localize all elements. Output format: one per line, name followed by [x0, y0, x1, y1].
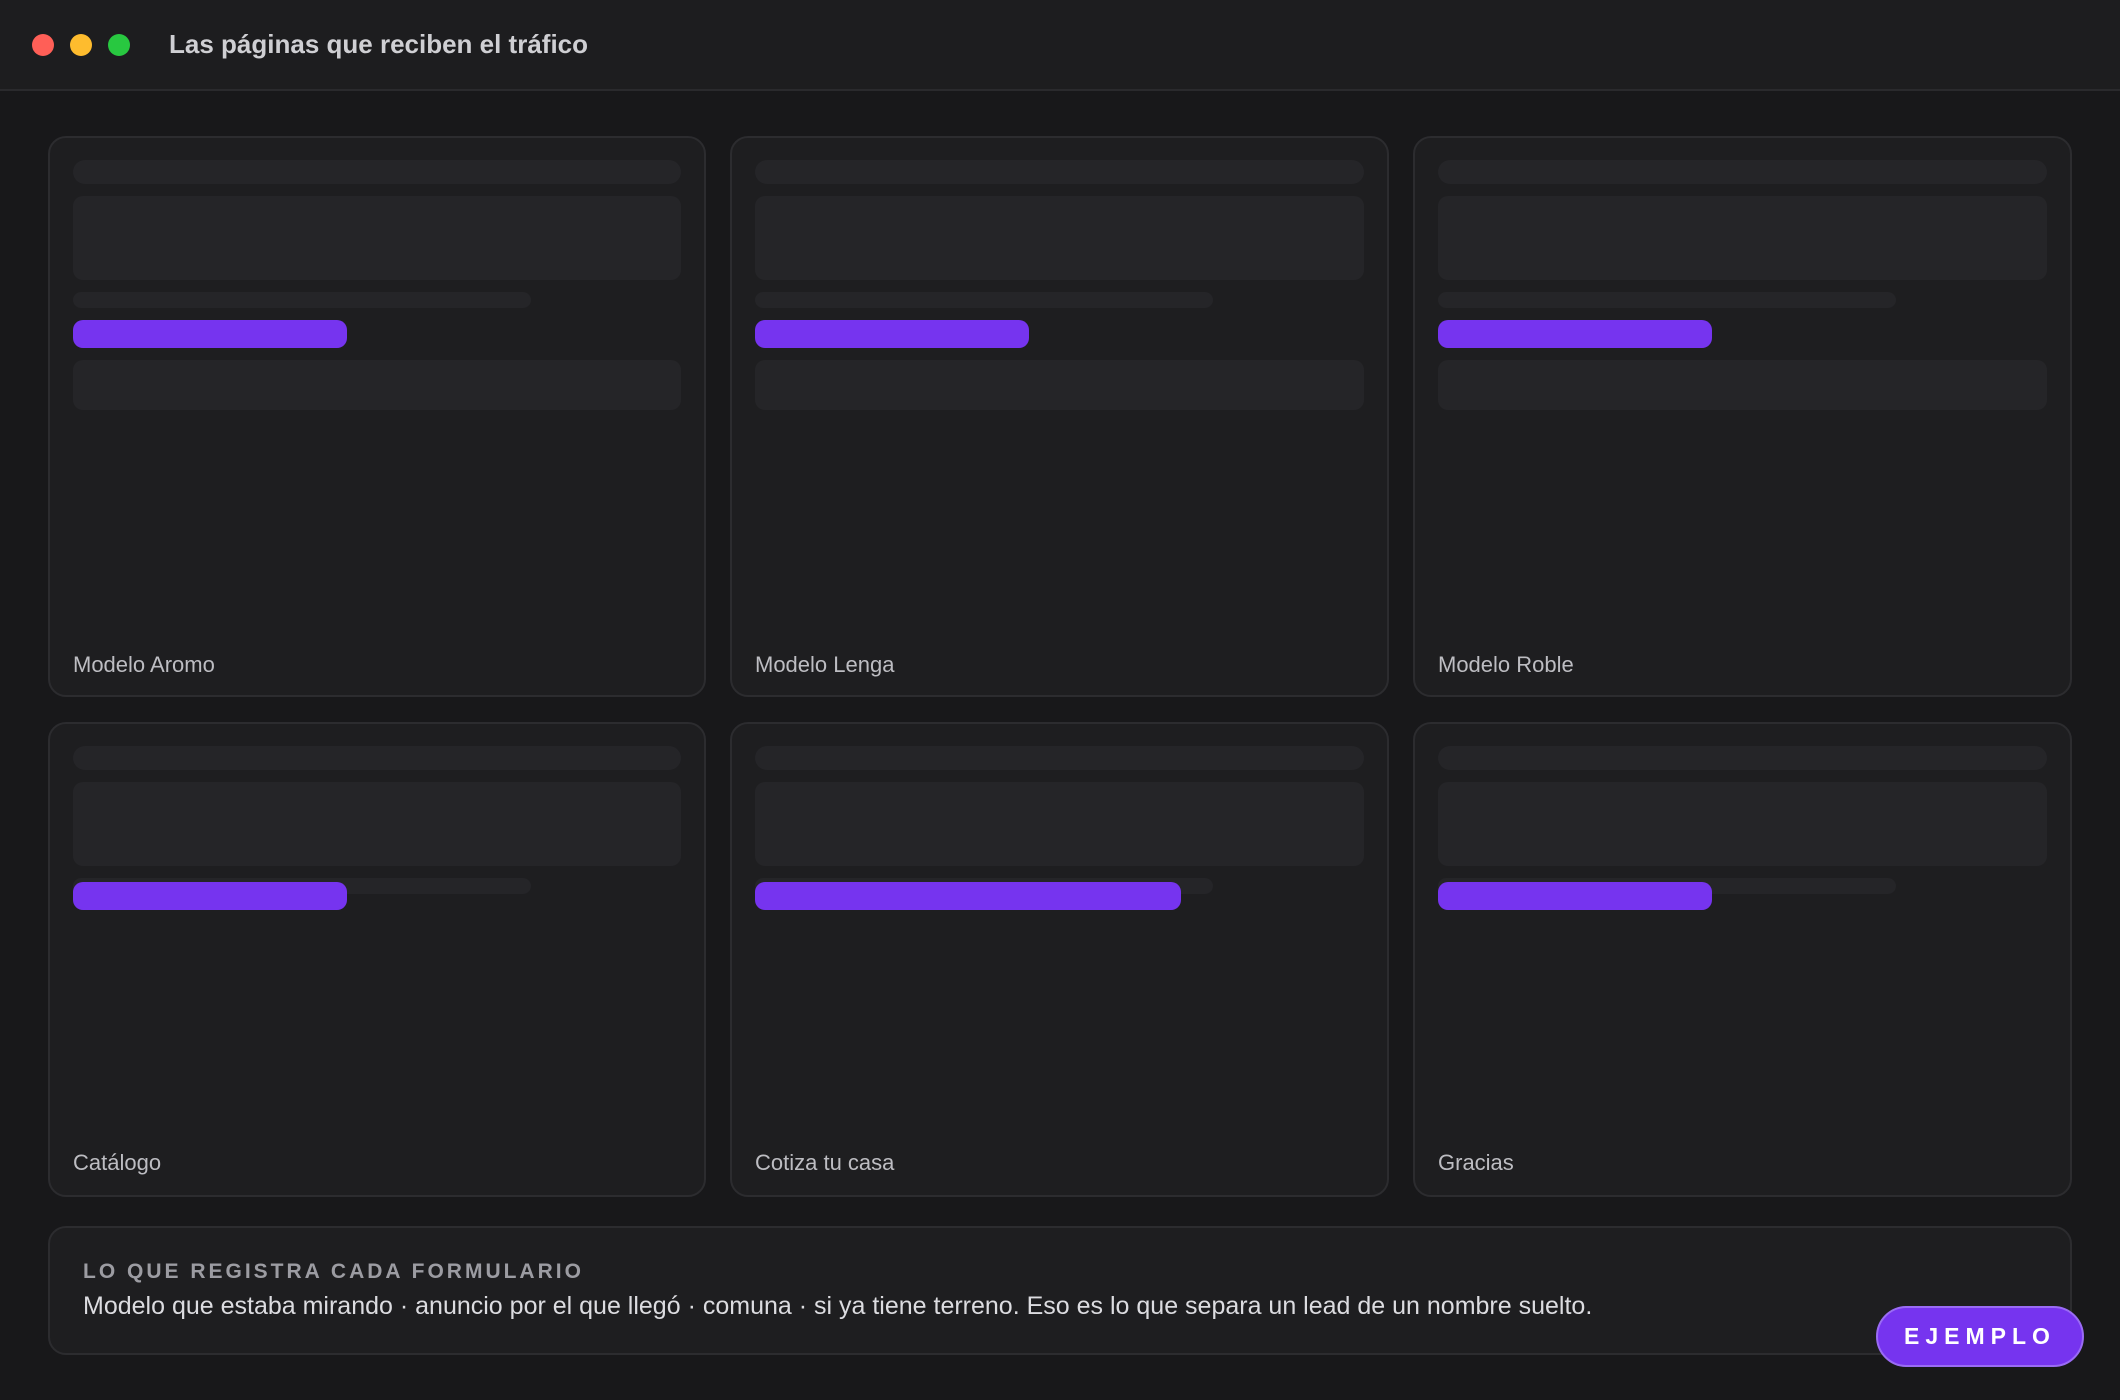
close-window-button[interactable]	[32, 33, 54, 56]
skeleton-block	[755, 782, 1364, 866]
skeleton-line	[755, 746, 1364, 770]
zoom-window-button[interactable]	[108, 33, 130, 56]
skeleton-line	[1438, 746, 2047, 770]
page-card-label: Cotiza tu casa	[755, 1150, 895, 1175]
page-card-label: Catálogo	[73, 1150, 162, 1175]
skeleton-line	[73, 292, 531, 308]
note-body: Modelo que estaba mirando · anuncio por …	[83, 1292, 1593, 1320]
window-title: Las páginas que reciben el tráfico	[169, 29, 589, 59]
skeleton-line	[755, 292, 1213, 308]
skeleton-block	[73, 360, 681, 410]
skeleton-line	[1438, 292, 1896, 308]
skeleton-line	[73, 746, 681, 770]
page-card-gracias[interactable]: Gracias	[1413, 722, 2072, 1197]
page-card-label: Modelo Lenga	[755, 652, 895, 677]
page-card-cotiza-tu-casa[interactable]: Cotiza tu casa	[730, 722, 1389, 1197]
page-card-modelo-roble[interactable]: Modelo Roble	[1413, 136, 2072, 697]
skeleton-line	[1438, 160, 2047, 184]
minimize-window-button[interactable]	[70, 33, 92, 56]
skeleton-block	[755, 196, 1364, 280]
page-card-catalogo[interactable]: Catálogo	[48, 722, 706, 1197]
title-bar: Las páginas que reciben el tráfico	[0, 0, 2120, 91]
highlight-bar	[755, 320, 1029, 348]
skeleton-block	[1438, 196, 2047, 280]
skeleton-block	[1438, 782, 2047, 866]
skeleton-block	[1438, 360, 2047, 410]
example-badge[interactable]: EJEMPLO	[1876, 1306, 2084, 1367]
skeleton-line	[73, 160, 681, 184]
skeleton-block	[755, 360, 1364, 410]
highlight-bar	[755, 882, 1181, 910]
highlight-bar	[73, 882, 347, 910]
window-controls	[32, 33, 130, 56]
page-card-label: Modelo Roble	[1438, 652, 1574, 677]
form-fields-note: LO QUE REGISTRA CADA FORMULARIO Modelo q…	[48, 1226, 2072, 1355]
highlight-bar	[73, 320, 347, 348]
page-card-modelo-lenga[interactable]: Modelo Lenga	[730, 136, 1389, 697]
skeleton-block	[73, 196, 681, 280]
highlight-bar	[1438, 320, 1712, 348]
note-heading: LO QUE REGISTRA CADA FORMULARIO	[83, 1260, 584, 1283]
page-card-modelo-aromo[interactable]: Modelo Aromo	[48, 136, 706, 697]
skeleton-line	[755, 160, 1364, 184]
highlight-bar	[1438, 882, 1712, 910]
page-card-label: Gracias	[1438, 1150, 1514, 1175]
page-card-label: Modelo Aromo	[73, 652, 215, 677]
skeleton-block	[73, 782, 681, 866]
